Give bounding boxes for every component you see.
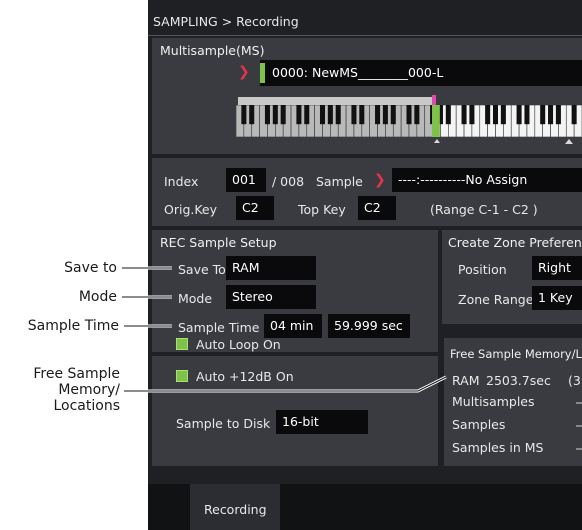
sample-label: Sample bbox=[316, 174, 363, 189]
black-key[interactable] bbox=[469, 105, 475, 125]
multisample-name-field[interactable]: 0000: NewMS________000-L bbox=[260, 60, 582, 86]
sample-time-row: Sample Time 04 min 59.999 sec bbox=[152, 314, 438, 352]
black-key[interactable] bbox=[500, 105, 506, 125]
black-key[interactable] bbox=[485, 105, 491, 125]
black-key[interactable] bbox=[571, 105, 577, 125]
range-text: (Range C-1 - C2 ) bbox=[430, 202, 538, 217]
black-key[interactable] bbox=[351, 105, 357, 125]
black-key[interactable] bbox=[524, 105, 530, 125]
sample-to-disk-field[interactable]: 16-bit bbox=[276, 410, 368, 434]
index-panel: Index 001 / 008 Sample ❯ ----:----------… bbox=[152, 158, 582, 226]
rec-setup-panel: REC Sample Setup Save To RAM Mode Stereo bbox=[152, 230, 438, 326]
auto-12db-label[interactable]: Auto +12dB On bbox=[196, 369, 294, 384]
multisamples-label: Multisamples bbox=[452, 394, 535, 409]
black-key[interactable] bbox=[272, 105, 278, 125]
rec-setup-title: REC Sample Setup bbox=[160, 235, 277, 250]
black-key[interactable] bbox=[382, 105, 388, 125]
ram-extra: (3 bbox=[568, 373, 581, 388]
top-key-label: Top Key bbox=[298, 202, 346, 217]
callout-save-to: Save to bbox=[64, 260, 117, 276]
black-key[interactable] bbox=[516, 105, 522, 125]
orig-key-field[interactable]: C2 bbox=[236, 196, 274, 220]
index-label: Index bbox=[164, 174, 199, 189]
page-title: SAMPLING > Recording bbox=[153, 14, 299, 29]
keyboard-zone-marker bbox=[432, 95, 436, 105]
callout-free-sample-3: Locations bbox=[53, 398, 120, 414]
chevron-right-icon[interactable]: ❯ bbox=[238, 64, 250, 80]
selected-key-marker bbox=[432, 105, 440, 137]
callout-free-sample-1: Free Sample bbox=[33, 366, 120, 382]
rec-options-panel: Auto Loop On Auto +12dB On Sample to Dis… bbox=[152, 337, 438, 466]
sample-time-label: Sample Time bbox=[178, 320, 260, 335]
mode-label: Mode bbox=[178, 291, 213, 306]
black-key[interactable] bbox=[264, 105, 270, 125]
sample-chevron-right-icon[interactable]: ❯ bbox=[374, 172, 386, 188]
black-key[interactable] bbox=[555, 105, 561, 125]
samples-in-ms-dot bbox=[576, 448, 582, 450]
free-memory-panel: Free Sample Memory/Locations RAM 2503.7s… bbox=[444, 338, 582, 466]
sample-field[interactable]: ----:----------No Assign bbox=[392, 168, 582, 192]
black-key[interactable] bbox=[296, 105, 302, 125]
tab-recording[interactable]: Recording bbox=[190, 484, 280, 530]
mode-field[interactable]: Stereo bbox=[226, 285, 316, 309]
tab-recording-label: Recording bbox=[204, 502, 267, 517]
orig-key-label: Orig.Key bbox=[164, 202, 218, 217]
position-label: Position bbox=[458, 262, 507, 277]
multisample-select[interactable]: ❯ 0000: NewMS________000-L bbox=[238, 60, 582, 86]
callout-free-sample-2: Memory/ bbox=[58, 382, 120, 398]
position-field[interactable]: Right bbox=[532, 256, 582, 280]
samples-in-ms-label: Samples in MS bbox=[452, 440, 544, 455]
black-key[interactable] bbox=[241, 105, 247, 125]
save-to-label: Save To bbox=[178, 262, 226, 277]
black-key[interactable] bbox=[548, 105, 554, 125]
index-field[interactable]: 001 bbox=[226, 168, 266, 192]
active-marker bbox=[260, 63, 265, 83]
black-key[interactable] bbox=[492, 105, 499, 125]
black-key[interactable] bbox=[359, 105, 365, 125]
sample-time-sec-field[interactable]: 59.999 sec bbox=[328, 314, 410, 338]
zone-right-arrow-icon bbox=[565, 139, 573, 144]
black-key[interactable] bbox=[461, 105, 467, 125]
auto-loop-label[interactable]: Auto Loop On bbox=[196, 337, 281, 352]
zone-range-field[interactable]: 1 Key bbox=[532, 286, 582, 310]
sample-time-min-field[interactable]: 04 min bbox=[264, 314, 322, 338]
black-key[interactable] bbox=[319, 105, 326, 125]
black-key[interactable] bbox=[390, 105, 396, 125]
zone-pref-title: Create Zone Preferences bbox=[448, 235, 582, 250]
ram-label: RAM bbox=[452, 373, 480, 388]
black-key[interactable] bbox=[304, 105, 310, 125]
free-memory-title: Free Sample Memory/Locations bbox=[450, 347, 582, 361]
callout-mode: Mode bbox=[78, 289, 117, 305]
top-key-field[interactable]: C2 bbox=[358, 196, 396, 220]
black-key[interactable] bbox=[280, 105, 286, 125]
auto-12db-checkbox[interactable] bbox=[176, 370, 188, 382]
keyboard[interactable] bbox=[236, 105, 582, 137]
multisample-name: 0000: NewMS________000-L bbox=[272, 65, 444, 80]
black-key[interactable] bbox=[540, 105, 546, 125]
header-divider bbox=[148, 35, 582, 36]
callout-sample-time: Sample Time bbox=[27, 318, 119, 334]
multisample-panel: Multisample(MS) ❯ 0000: NewMS________000… bbox=[152, 38, 582, 154]
black-key[interactable] bbox=[249, 105, 255, 125]
samples-dot bbox=[576, 425, 582, 427]
black-key[interactable] bbox=[335, 105, 341, 125]
black-key[interactable] bbox=[327, 105, 333, 125]
black-key[interactable] bbox=[406, 105, 412, 125]
save-to-field[interactable]: RAM bbox=[226, 256, 316, 280]
zone-range-label: Zone Range bbox=[458, 292, 534, 307]
black-key[interactable] bbox=[414, 105, 420, 125]
zone-left-arrow-icon bbox=[434, 139, 440, 143]
multisample-label: Multisample(MS) bbox=[160, 43, 265, 58]
multisamples-dot bbox=[576, 402, 582, 404]
sample-to-disk-label: Sample to Disk bbox=[176, 416, 271, 431]
index-total: / 008 bbox=[272, 174, 305, 189]
ram-value: 2503.7sec bbox=[486, 373, 551, 388]
samples-label: Samples bbox=[452, 417, 506, 432]
black-key[interactable] bbox=[445, 105, 451, 125]
auto-loop-checkbox[interactable] bbox=[176, 338, 188, 350]
keyboard-zone-bar bbox=[238, 97, 432, 105]
sampling-screen: SAMPLING > Recording Multisample(MS) ❯ 0… bbox=[148, 0, 582, 530]
zone-pref-panel: Create Zone Preferences Position Right Z… bbox=[442, 230, 582, 324]
black-key[interactable] bbox=[375, 105, 381, 125]
